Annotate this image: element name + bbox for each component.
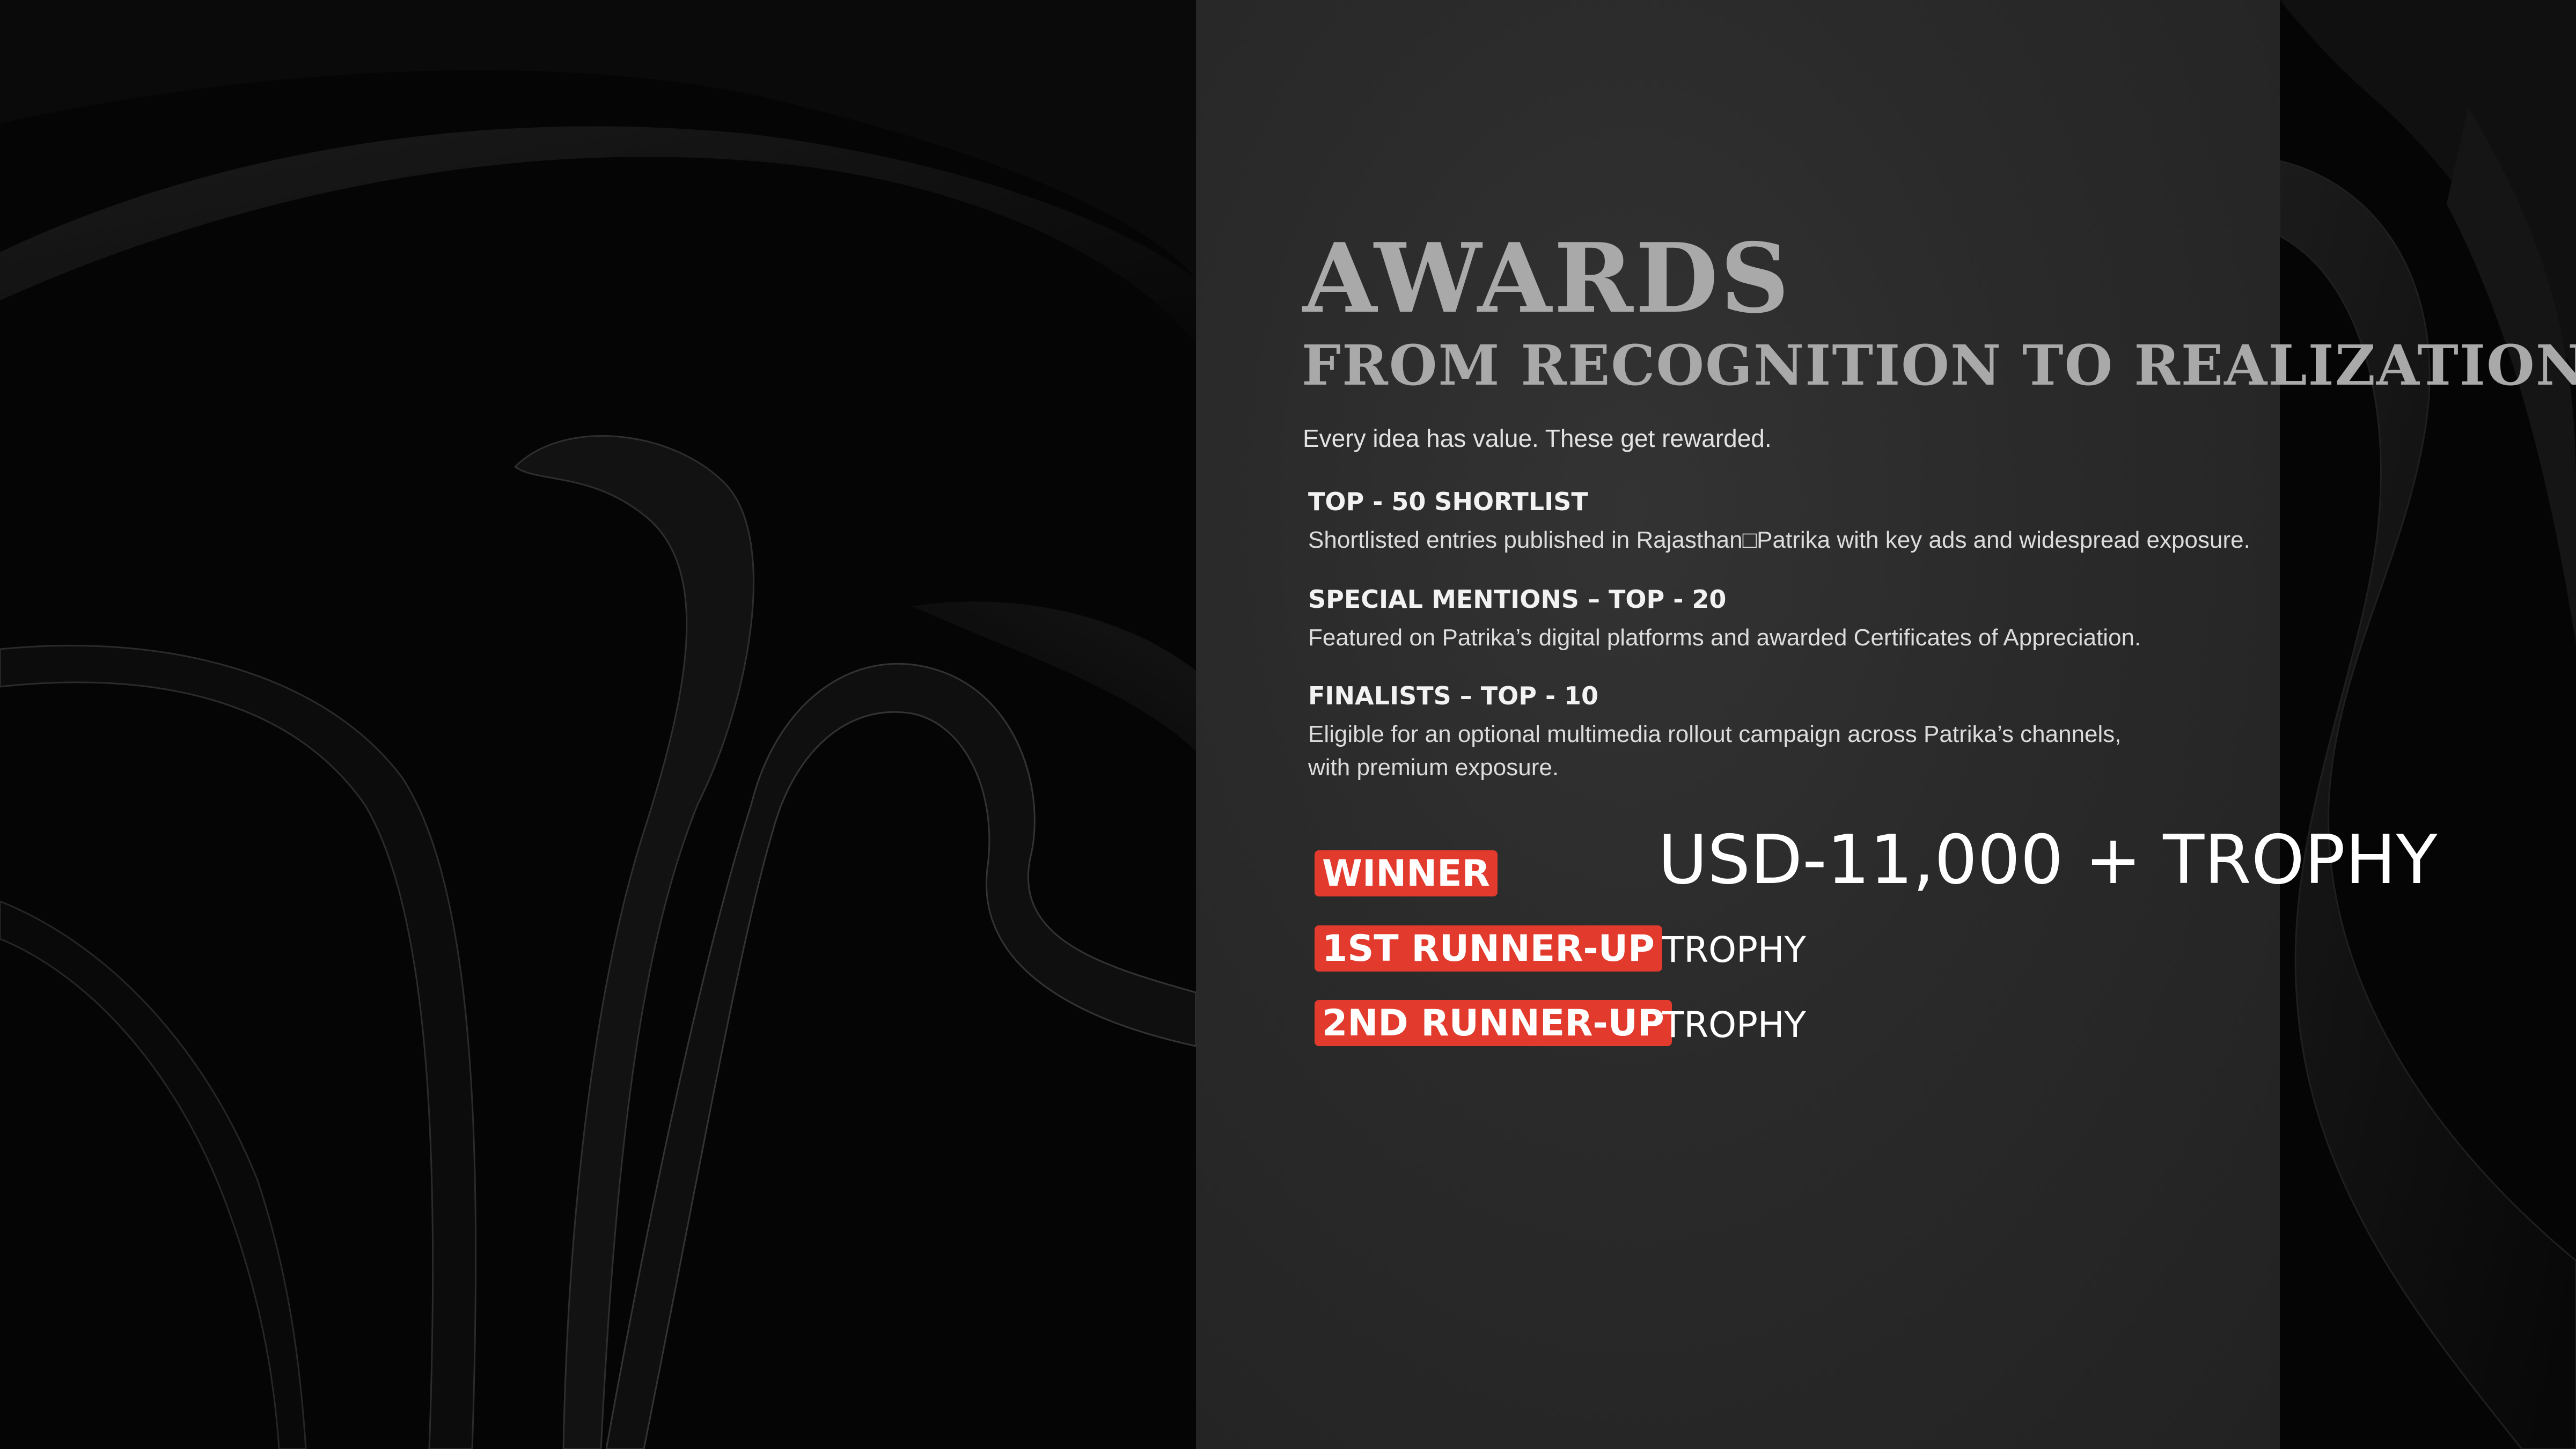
tier-description-line: Featured on Patrika’s digital platforms …	[1308, 624, 2141, 651]
tier-description-line: Eligible for an optional multimedia roll…	[1308, 721, 2122, 747]
tier-heading: SPECIAL MENTIONS – TOP - 20	[1308, 585, 1727, 614]
tier-heading: FINALISTS – TOP - 10	[1308, 681, 1599, 710]
tier-description: Eligible for an optional multimedia roll…	[1308, 718, 2274, 784]
tier-description: Featured on Patrika’s digital platforms …	[1308, 621, 2274, 654]
first-runner-up-badge: 1ST RUNNER-UP	[1315, 925, 1662, 972]
page-title: AWARDS	[1303, 222, 1792, 334]
winner-badge: WINNER	[1315, 850, 1498, 896]
page-subtitle: FROM RECOGNITION TO REALIZATION	[1302, 333, 2576, 398]
winner-prize: USD-11,000 + TROPHY	[1658, 820, 2438, 899]
tier-description-line: Shortlisted entries published in Rajasth…	[1308, 527, 2250, 553]
second-runner-up-badge: 2ND RUNNER-UP	[1315, 1000, 1672, 1046]
tier-heading: TOP - 50 SHORTLIST	[1308, 487, 1588, 516]
tagline: Every idea has value. These get rewarded…	[1303, 424, 1772, 452]
tier-finalists: FINALISTS – TOP - 10 Eligible for an opt…	[1308, 683, 2274, 784]
tier-description-line: with premium exposure.	[1308, 754, 1559, 781]
awards-slide: AWARDS FROM RECOGNITION TO REALIZATION E…	[0, 0, 2576, 1449]
tier-description: Shortlisted entries published in Rajasth…	[1308, 524, 2274, 557]
tier-special-mentions: SPECIAL MENTIONS – TOP - 20 Featured on …	[1308, 587, 2274, 654]
tier-top-50-shortlist: TOP - 50 SHORTLIST Shortlisted entries p…	[1308, 489, 2274, 557]
second-runner-up-prize: TROPHY	[1662, 1004, 1806, 1046]
first-runner-up-prize: TROPHY	[1662, 929, 1806, 970]
